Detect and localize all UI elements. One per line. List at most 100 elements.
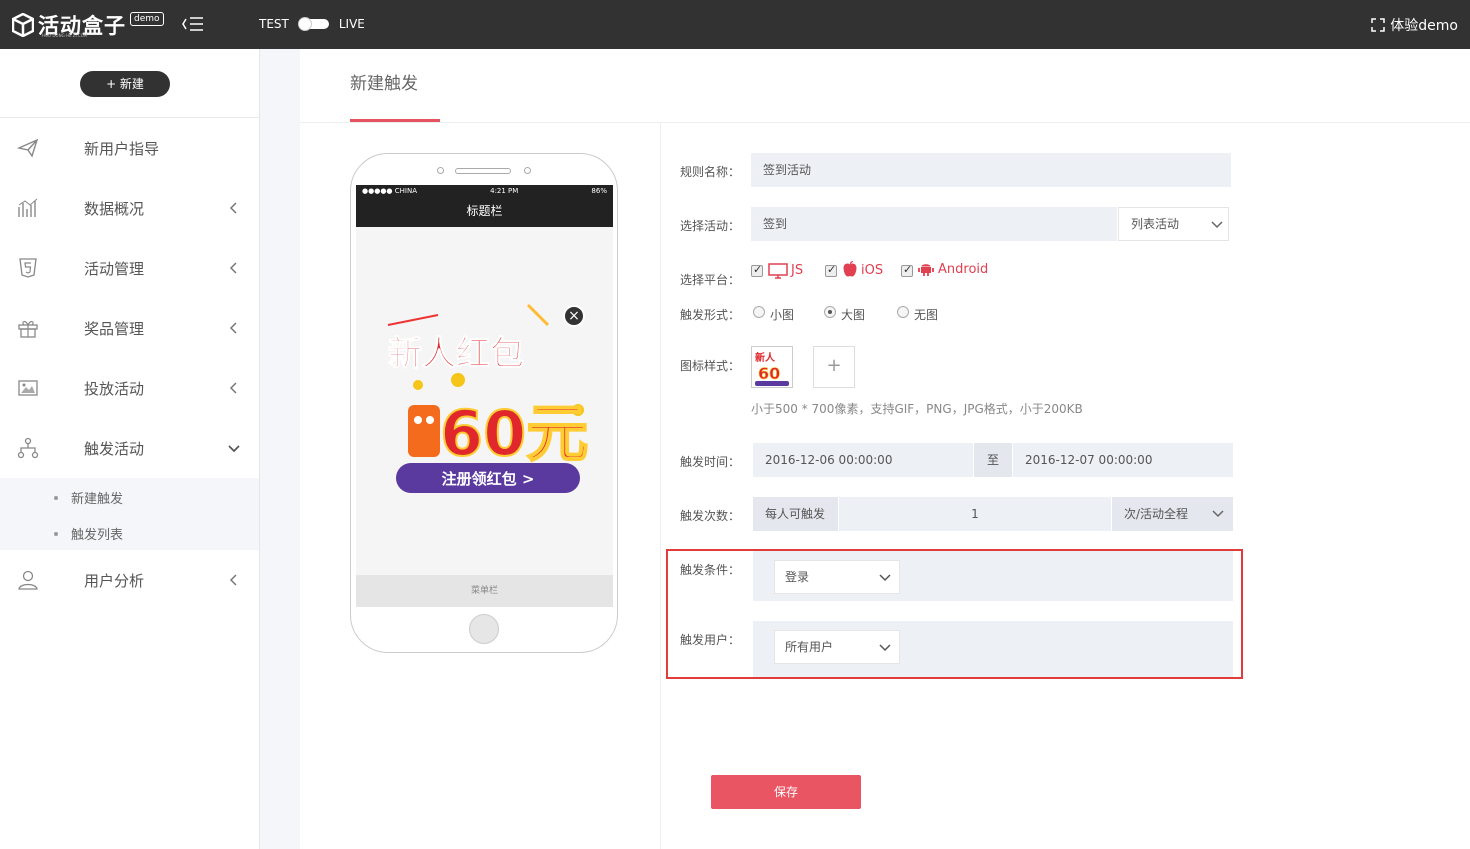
- sidebar-item-new-user-guide[interactable]: 新用户指导: [0, 118, 259, 178]
- svg-text:新人: 新人: [755, 351, 776, 364]
- icon-style-label: 图标样式：: [680, 359, 741, 373]
- sidebar: + 新建 新用户指导 数据概况 活动管理 奖品管理 投放活动 触发活动 新建触发…: [0, 49, 260, 849]
- env-test-label: TEST: [259, 17, 289, 31]
- divider: [660, 122, 661, 849]
- count-unit-value: 次/活动全程: [1124, 507, 1189, 521]
- demo-badge: demo: [130, 12, 164, 26]
- end-time-input[interactable]: 2016-12-07 00:00:00: [1013, 443, 1233, 477]
- divider: [300, 122, 1470, 123]
- subnav-item-label: 触发列表: [71, 528, 124, 543]
- sidebar-item-label: 新用户指导: [84, 139, 160, 158]
- page-title: 新建触发: [350, 74, 418, 94]
- phone-speaker: [455, 168, 511, 174]
- add-icon-button[interactable]: +: [813, 346, 855, 388]
- platform-label: 选择平台：: [680, 273, 741, 287]
- phone-menu-bar: 菜单栏: [356, 575, 613, 607]
- bullet-icon: [54, 495, 58, 500]
- red-packet-banner[interactable]: 新人红包 60元 注册领红包 >: [378, 295, 598, 505]
- users-select-value: 所有用户: [785, 640, 834, 654]
- sidebar-item-data-overview[interactable]: 数据概况: [0, 178, 259, 238]
- sidebar-item-activity-management[interactable]: 活动管理: [0, 238, 259, 298]
- time-separator: 至: [974, 443, 1012, 477]
- chevron-down-icon: [1211, 221, 1223, 229]
- chevron-down-icon: [1212, 510, 1224, 518]
- sidebar-item-label: 数据概况: [84, 199, 145, 218]
- condition-select[interactable]: 登录: [774, 560, 900, 594]
- trigger-condition-label: 触发条件：: [680, 563, 741, 577]
- logo[interactable]: 活动盒子 HUO DONG HE ZI.COM demo: [12, 10, 164, 40]
- content-gutter: [260, 49, 300, 849]
- chevron-left-icon: [229, 574, 237, 586]
- condition-select-value: 登录: [785, 570, 810, 584]
- trigger-form-large-radio[interactable]: [824, 306, 836, 318]
- sidebar-item-user-analysis[interactable]: 用户分析: [0, 550, 259, 610]
- time-text: 4:21 PM: [490, 187, 519, 195]
- platform-android-checkbox[interactable]: [901, 263, 913, 277]
- chevron-left-icon: [229, 382, 237, 394]
- desktop-icon: [768, 263, 788, 279]
- users-select[interactable]: 所有用户: [774, 630, 900, 664]
- count-input[interactable]: 1: [839, 497, 1111, 531]
- trigger-count-label: 触发次数：: [680, 509, 741, 523]
- activity-label: 选择活动：: [680, 219, 741, 233]
- menu-collapse-icon[interactable]: [180, 13, 206, 35]
- sidebar-item-label: 活动管理: [84, 259, 145, 278]
- banner-amount: 60元: [440, 397, 588, 470]
- env-toggle[interactable]: [297, 17, 329, 31]
- phone-home-button: [469, 614, 499, 644]
- platform-ios-checkbox[interactable]: [825, 263, 837, 277]
- trigger-form-small-radio[interactable]: [753, 306, 765, 318]
- close-icon[interactable]: ×: [563, 305, 585, 327]
- sidebar-item-trigger-activity[interactable]: 触发活动: [0, 418, 259, 478]
- bullet-icon: [54, 531, 58, 536]
- phone-camera: [524, 167, 531, 174]
- cube-logo-icon: [12, 13, 34, 37]
- user-name: 体验demo: [1390, 18, 1458, 34]
- env-live-label: LIVE: [338, 17, 365, 31]
- start-time-input[interactable]: 2016-12-06 00:00:00: [753, 443, 973, 477]
- banner-cta: 注册领红包 >: [442, 470, 535, 488]
- chevron-left-icon: [229, 202, 237, 214]
- rule-name-input[interactable]: 签到活动: [751, 153, 1231, 187]
- platform-js-checkbox[interactable]: [751, 263, 763, 277]
- subnav-item-new-trigger[interactable]: 新建触发: [54, 488, 123, 507]
- count-unit-select[interactable]: 次/活动全程: [1112, 497, 1233, 531]
- sidebar-item-prize-management[interactable]: 奖品管理: [0, 298, 259, 358]
- save-button[interactable]: 保存: [711, 775, 861, 809]
- icon-thumbnail[interactable]: 新人 60: [751, 346, 793, 388]
- svg-text:60: 60: [758, 364, 780, 383]
- user-menu[interactable]: 体验demo: [1371, 15, 1458, 35]
- gift-icon: [18, 320, 38, 338]
- chevron-down-icon: [879, 644, 891, 652]
- sidebar-item-delivery-activity[interactable]: 投放活动: [0, 358, 259, 418]
- top-bar: 活动盒子 HUO DONG HE ZI.COM demo TEST LIVE 体…: [0, 0, 1470, 49]
- phone-preview: ●●●●● CHINA 4:21 PM 86% 标题栏 新人红包 60元 注册领…: [350, 153, 618, 653]
- chevron-left-icon: [229, 262, 237, 274]
- html5-icon: [19, 258, 37, 278]
- carrier-text: ●●●●● CHINA: [362, 187, 418, 195]
- trigger-form-none-label: 无图: [914, 308, 939, 322]
- phone-screen: ●●●●● CHINA 4:21 PM 86% 标题栏 新人红包 60元 注册领…: [356, 185, 613, 607]
- activity-select[interactable]: 列表活动: [1118, 207, 1229, 241]
- new-button[interactable]: + 新建: [80, 71, 170, 97]
- image-icon: [18, 380, 38, 396]
- trigger-users-label: 触发用户：: [680, 633, 741, 647]
- rule-name-label: 规则名称：: [680, 165, 741, 179]
- battery-text: 86%: [591, 187, 607, 195]
- activity-select-value: 列表活动: [1131, 217, 1180, 231]
- platform-ios-label: iOS: [861, 263, 884, 278]
- android-icon: [918, 264, 934, 276]
- trigger-form-label: 触发形式：: [680, 308, 741, 322]
- subnav-item-trigger-list[interactable]: 触发列表: [54, 524, 123, 543]
- chevron-left-icon: [229, 322, 237, 334]
- trigger-form-none-radio[interactable]: [897, 306, 909, 318]
- trigger-form-small-label: 小图: [770, 308, 795, 322]
- activity-input[interactable]: 签到: [751, 207, 1117, 241]
- trigger-form-large-label: 大图: [841, 308, 866, 322]
- chevron-down-icon: [879, 574, 891, 582]
- toggle-knob: [297, 17, 312, 31]
- sidebar-subnav: 新建触发 触发列表: [0, 478, 259, 550]
- platform-js-label: JS: [791, 263, 804, 278]
- apple-icon: [843, 261, 857, 277]
- fullscreen-icon[interactable]: [1371, 18, 1386, 32]
